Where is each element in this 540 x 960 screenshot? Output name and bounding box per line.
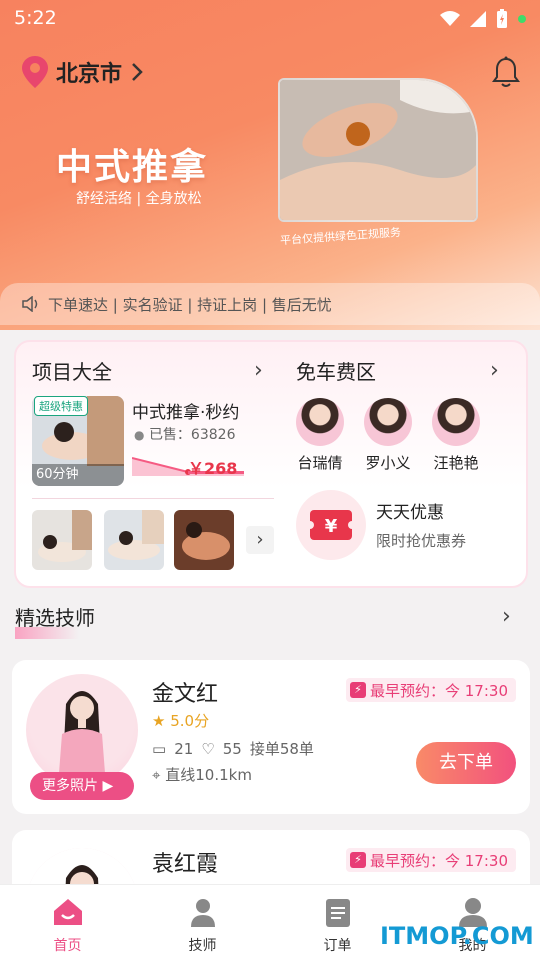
promo-badge: 超级特惠 [34,396,88,416]
avatar [26,674,138,786]
like-count: 55 [222,739,242,758]
earliest-booking-text: 最早预约：今 17:30 [370,681,508,700]
promo-name[interactable]: 中式推拿·秒约 [132,398,239,423]
projects-title[interactable]: 项目大全 [32,356,112,389]
featured-title: 精选技师 [15,602,95,639]
avatar [432,398,480,446]
coupon-subtitle: 限时抢优惠券 [376,532,467,550]
status-time: 5:22 [14,7,57,29]
comment-icon: ▭ [152,739,167,758]
promo-sold-text: 已售：63826 [148,427,236,443]
project-thumb[interactable] [32,510,92,570]
banner-title: 中式推拿 [56,147,209,188]
more-photos-button[interactable]: 更多照片 ▶ [30,772,134,800]
watermark: ITMOP.COM [380,922,534,950]
technician-photo [58,691,106,786]
comment-count: 21 [174,739,194,758]
heart-icon: ♡ [201,739,215,758]
free-area-title[interactable]: 免车费区 [296,356,376,389]
location-selector[interactable]: 北京市 [22,56,144,88]
technician-icon [190,899,215,927]
earliest-booking-badge: ⚡ 最早预约：今 17:30 [346,678,516,702]
featured-chevron-icon[interactable]: › [502,604,511,629]
chevron-right-icon [132,63,143,81]
project-thumb[interactable] [104,510,164,570]
projects-chevron-icon[interactable]: › [254,358,263,383]
rating: ★ 5.0分 [152,710,209,731]
city-name: 北京市 [56,62,123,87]
battery-icon [497,9,507,28]
free-tech-name: 台瑞倩 [297,454,343,472]
thumbs-more-button[interactable]: › [246,526,274,554]
promo-price: ￥268 [188,459,238,478]
notice-bar: 下单速达 | 实名验证 | 持证上岗 | 售后无忧 [0,283,540,325]
bell-icon [492,56,520,87]
earliest-booking-badge: ⚡ 最早预约：今 17:30 [346,848,516,872]
notification-button[interactable] [492,56,520,92]
banner-subtitle: 舒经活络 | 全身放松 [76,191,202,207]
svg-text:¥: ¥ [325,516,338,537]
category-card: 项目大全 › 超级特惠 60分钟 中式推拿·秒约 ● 已售：63826 ￥268… [14,340,528,588]
technician-name: 金文红 [152,682,219,707]
coupon-title[interactable]: 天天优惠 [376,498,444,523]
massage-illustration [280,80,476,220]
free-area-chevron-icon[interactable]: › [490,358,499,383]
free-tech-item[interactable]: 台瑞倩 [288,398,352,473]
tab-home[interactable]: 首页 [0,885,135,960]
notification-dot-icon [518,15,526,23]
coupon-ticket-icon: ¥ [306,510,356,540]
technician-card[interactable]: 更多照片 ▶ 金文红 ⚡ 最早预约：今 17:30 ★ 5.0分 ▭ 21 ♡ … [12,660,530,814]
free-tech-name: 罗小义 [365,454,411,472]
play-icon: ▶ [102,778,114,794]
location-pin-icon [22,56,48,88]
speaker-icon [22,296,38,312]
tab-technicians[interactable]: 技师 [135,885,270,960]
signal-icon [470,11,486,27]
tab-label: 首页 [53,938,82,954]
promo-sold: ● 已售：63826 [134,424,235,444]
order-list-icon [325,899,350,927]
avatar [296,398,344,446]
coupon-button[interactable]: ¥ [296,490,366,560]
wifi-icon [440,11,460,26]
technician-stats: ▭ 21 ♡ 55 接单58单 [152,738,314,759]
technician-name: 袁红霞 [152,852,219,877]
banner-photo [278,78,478,222]
more-photos-label: 更多照片 [42,778,98,794]
avatar [364,398,412,446]
tab-label: 技师 [188,938,217,954]
distance: ⌖ 直线10.1km [152,764,252,785]
promo-duration: 60分钟 [32,464,124,486]
lightning-icon: ⚡ [350,682,366,698]
divider [32,498,274,499]
lightning-icon: ⚡ [350,852,366,868]
free-tech-item[interactable]: 汪艳艳 [424,398,488,473]
location-icon: ⌖ [152,766,161,784]
status-icons [440,9,526,29]
notice-text: 下单速达 | 实名验证 | 持证上岗 | 售后无忧 [48,295,332,314]
status-bar: 5:22 [0,0,540,38]
earliest-booking-text: 最早预约：今 17:30 [370,851,508,870]
order-button[interactable]: 去下单 [416,742,516,784]
distance-text: 直线10.1km [165,766,252,784]
star-icon: ★ [152,712,166,730]
project-thumb[interactable] [174,510,234,570]
home-icon [53,899,82,925]
free-tech-item[interactable]: 罗小义 [356,398,420,473]
order-count: 接单58单 [249,740,314,758]
rating-value: 5.0分 [170,712,210,730]
free-tech-name: 汪艳艳 [433,454,479,472]
person-icon: ● [134,428,145,442]
